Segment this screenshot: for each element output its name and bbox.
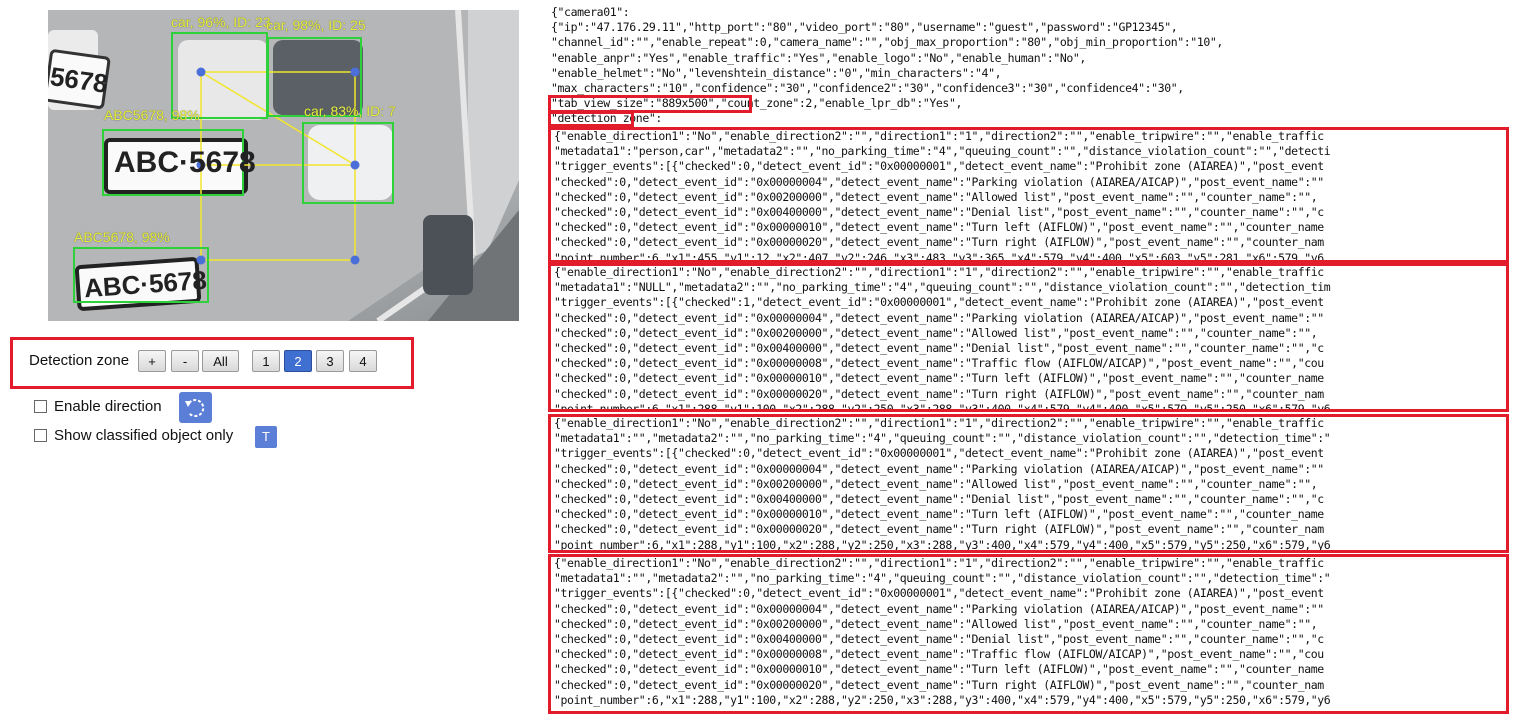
car-corner — [423, 215, 473, 295]
enable-direction-checkbox[interactable] — [34, 400, 47, 413]
zone-config-4: {"enable_direction1":"No","enable_direct… — [548, 554, 1509, 714]
add-zone-button[interactable]: + — [138, 350, 166, 372]
enable-direction-label: Enable direction — [54, 398, 162, 415]
zone-point[interactable] — [350, 160, 360, 170]
zone-point[interactable] — [196, 255, 206, 265]
zone-text: {"enable_direction1":"No","enable_direct… — [554, 416, 1331, 552]
detection-zone-key-highlight — [548, 111, 634, 127]
zone-point[interactable] — [350, 67, 360, 77]
zone-text: {"enable_direction1":"No","enable_direct… — [554, 556, 1331, 707]
remove-zone-button[interactable]: - — [171, 350, 199, 372]
enable-direction-option[interactable]: Enable direction — [34, 398, 162, 415]
zone-config-3: {"enable_direction1":"No","enable_direct… — [548, 414, 1509, 553]
all-zones-button[interactable]: All — [202, 350, 239, 372]
zone-text: {"enable_direction1":"No","enable_direct… — [554, 129, 1331, 263]
detection-label: car, 96%, ID: 23 — [171, 14, 271, 30]
show-classified-option[interactable]: Show classified object only — [34, 427, 233, 444]
zone-3-button[interactable]: 3 — [316, 350, 344, 372]
zone-4-button[interactable]: 4 — [349, 350, 377, 372]
zone-config-2: {"enable_direction1":"No","enable_direct… — [548, 263, 1509, 412]
zone-text: {"enable_direction1":"No","enable_direct… — [554, 265, 1331, 412]
detection-label: car, 98%, ID: 25 — [266, 17, 366, 33]
zone-1-button[interactable]: 1 — [252, 350, 280, 372]
plate-text: ABC·5678 — [114, 146, 256, 179]
show-classified-label: Show classified object only — [54, 427, 234, 444]
rotate-direction-icon[interactable] — [179, 392, 212, 423]
detection-label: ABC5678, 98% — [74, 229, 170, 245]
detection-zone-label: Detection zone — [29, 352, 130, 369]
zone-point[interactable] — [196, 67, 206, 77]
zone-config-1: {"enable_direction1":"No","enable_direct… — [548, 127, 1509, 263]
camera-view[interactable]: 5678 ABC·5678 ABC·5678 car, 96%, ID: 23 … — [48, 10, 519, 321]
zone-point[interactable] — [350, 255, 360, 265]
zone-2-button[interactable]: 2 — [284, 350, 312, 372]
detection-label: car, 83%, ID: 7 — [304, 103, 396, 119]
show-classified-checkbox[interactable] — [34, 429, 47, 442]
detection-label: ABC5678, 98% — [104, 107, 200, 123]
t-button[interactable]: T — [255, 426, 277, 448]
